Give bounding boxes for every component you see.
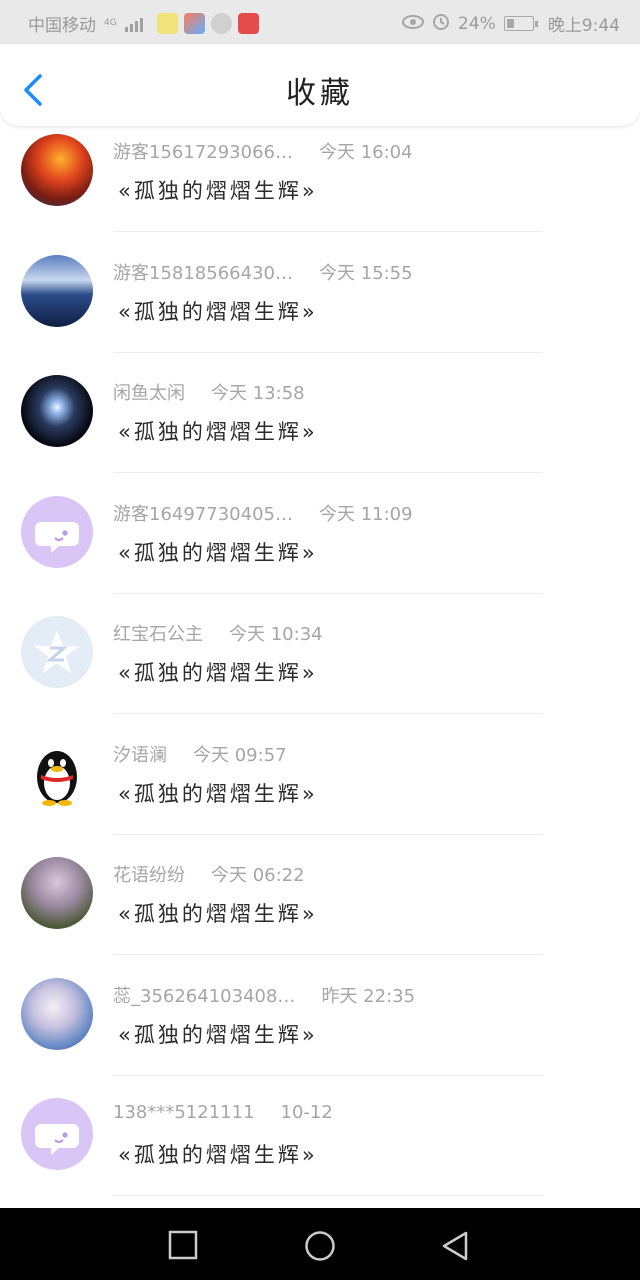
- timestamp: 今天 10:34: [229, 624, 323, 645]
- alarm-icon: [432, 12, 450, 35]
- eye-icon: [402, 14, 425, 34]
- list-item[interactable]: 汐语澜 今天 09:57 «孤独的熠熠生辉»: [0, 733, 640, 854]
- message-text[interactable]: «孤独的熠熠生辉»: [118, 416, 318, 446]
- phoenix-avatar[interactable]: [21, 134, 93, 206]
- app-notification-icon: [210, 13, 232, 34]
- page-title: 收藏: [286, 76, 354, 111]
- message-text[interactable]: «孤独的熠熠生辉»: [118, 296, 318, 326]
- user-name[interactable]: 汐语澜: [113, 741, 167, 767]
- timestamp: 今天 16:04: [318, 142, 413, 163]
- app-notification-icon: [183, 13, 205, 34]
- user-name[interactable]: 闲鱼太闲: [113, 379, 185, 405]
- list-item[interactable]: 138***5121111 10-12 «孤独的熠熠生辉»: [0, 1094, 640, 1215]
- divider: [113, 472, 543, 473]
- user-name[interactable]: 138***5121111: [113, 1102, 255, 1123]
- list-item[interactable]: 蕊_356264103408… 昨天 22:35 «孤独的熠熠生辉»: [0, 974, 640, 1095]
- carrier-label: 中国移动: [28, 16, 96, 36]
- list-item[interactable]: 花语纷纷 今天 06:22 «孤独的熠熠生辉»: [0, 853, 640, 974]
- message-text[interactable]: «孤独的熠熠生辉»: [118, 1139, 318, 1169]
- user-name[interactable]: 红宝石公主: [113, 620, 203, 646]
- chat-bubble-icon: [35, 521, 79, 553]
- battery-percent: 24%: [458, 13, 496, 34]
- list-item[interactable]: 游客15617293066… 今天 16:04 «孤独的熠熠生辉»: [0, 130, 640, 251]
- navigation-bar: [0, 1208, 640, 1280]
- message-text[interactable]: «孤独的熠熠生辉»: [118, 778, 318, 808]
- penguin-icon: [37, 750, 77, 806]
- divider: [113, 351, 543, 353]
- favorites-list: 游客15617293066… 今天 16:04 «孤独的熠熠生辉» 游客15818…: [0, 130, 640, 1215]
- star-icon: [34, 630, 80, 673]
- user-name[interactable]: 游客16497730405…: [113, 500, 293, 526]
- list-item[interactable]: 红宝石公主 今天 10:34 «孤独的熠熠生辉»: [0, 612, 640, 733]
- app-notification-icon: [156, 13, 178, 34]
- divider: [113, 1074, 543, 1076]
- timestamp: 今天 06:22: [211, 865, 305, 886]
- message-text[interactable]: «孤独的熠熠生辉»: [118, 175, 318, 205]
- timestamp: 今天 09:57: [193, 744, 287, 766]
- clock-time: 晚上9:44: [547, 16, 620, 36]
- recent-apps-button[interactable]: [168, 1230, 198, 1264]
- timestamp: 10-12: [280, 1102, 333, 1123]
- header-bar: 收藏: [0, 44, 640, 126]
- list-item[interactable]: 闲鱼太闲 今天 13:58 «孤独的熠熠生辉»: [0, 371, 640, 492]
- divider: [113, 954, 543, 955]
- signal-icon: [124, 16, 143, 32]
- divider: [113, 231, 543, 232]
- default-chat-avatar[interactable]: [21, 1098, 93, 1170]
- galaxy-avatar[interactable]: [21, 375, 93, 447]
- divider: [113, 1195, 543, 1196]
- home-button[interactable]: [304, 1230, 336, 1266]
- divider: [113, 833, 543, 835]
- back-nav-button[interactable]: [440, 1230, 470, 1266]
- triangle-back-icon: [442, 1231, 468, 1261]
- list-item[interactable]: 游客16497730405… 今天 11:09 «孤独的熠熠生辉»: [0, 492, 640, 613]
- user-name[interactable]: 蕊_356264103408…: [113, 982, 295, 1008]
- message-text[interactable]: «孤独的熠熠生辉»: [118, 537, 318, 567]
- message-text[interactable]: «孤独的熠熠生辉»: [118, 657, 318, 687]
- user-name[interactable]: 花语纷纷: [113, 861, 185, 887]
- status-bar: 中国移动 4G 24% 晚上9:44: [0, 0, 640, 44]
- user-name[interactable]: 游客15617293066…: [113, 138, 293, 164]
- divider: [113, 713, 543, 714]
- list-item[interactable]: 游客15818566430… 今天 15:55 «孤独的熠熠生辉»: [0, 251, 640, 372]
- star-badge-avatar[interactable]: [21, 616, 93, 688]
- message-text[interactable]: «孤独的熠熠生辉»: [118, 898, 318, 928]
- chat-bubble-icon: [35, 1124, 79, 1155]
- circle-icon: [305, 1231, 335, 1261]
- square-icon: [168, 1230, 198, 1260]
- mountain-lake-avatar[interactable]: [21, 254, 93, 327]
- message-text[interactable]: «孤独的熠熠生辉»: [118, 1019, 318, 1049]
- blossom-tree-avatar[interactable]: [21, 857, 93, 929]
- timestamp: 今天 15:55: [318, 262, 413, 284]
- battery-icon: [503, 16, 538, 31]
- timestamp: 今天 11:09: [318, 503, 413, 525]
- anime-character-avatar[interactable]: [21, 977, 93, 1050]
- timestamp: 今天 13:58: [211, 383, 305, 404]
- divider: [113, 592, 543, 594]
- user-name[interactable]: 游客15818566430…: [113, 259, 293, 285]
- timestamp: 昨天 22:35: [321, 985, 416, 1007]
- penguin-avatar[interactable]: [21, 736, 93, 809]
- network-type: 4G: [104, 18, 117, 28]
- default-chat-avatar[interactable]: [21, 495, 93, 568]
- app-notification-icon: [237, 13, 259, 34]
